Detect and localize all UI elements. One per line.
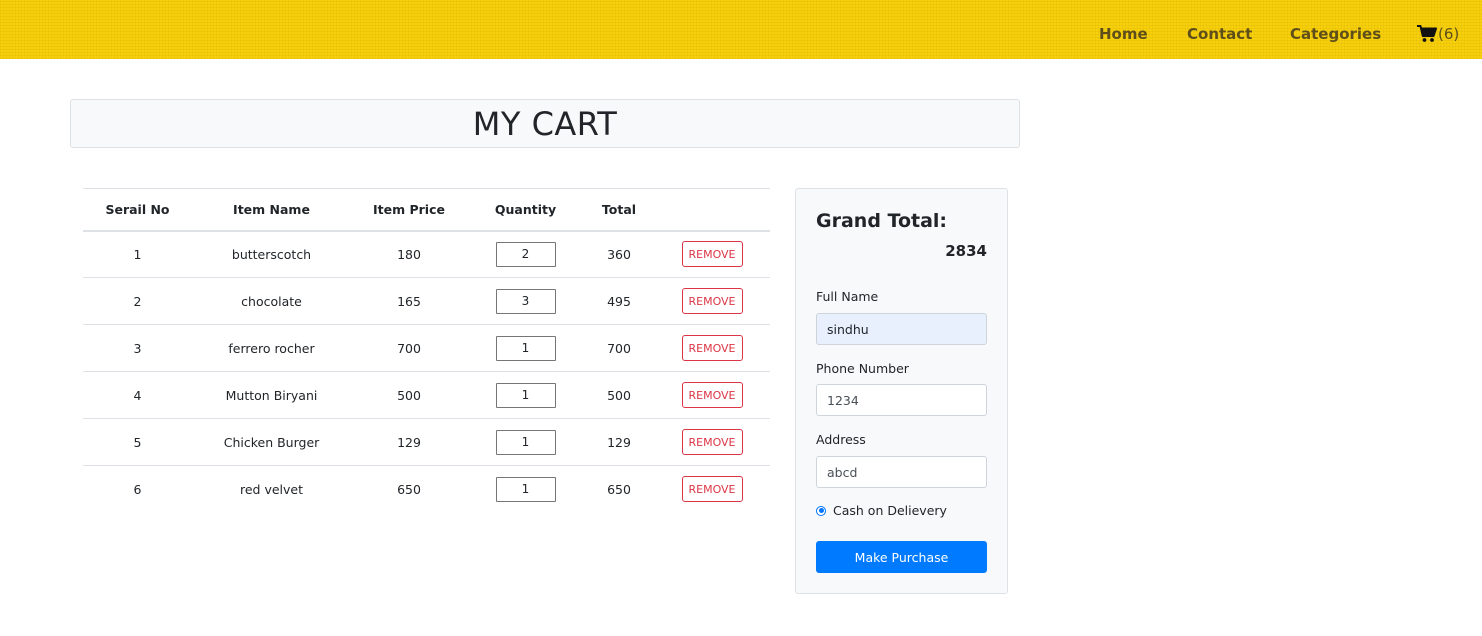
cell-serial: 5	[83, 418, 192, 466]
payment-option[interactable]: Cash on Delievery	[816, 503, 947, 518]
table-row: 5 Chicken Burger 129 129 REMOVE	[83, 418, 770, 466]
table-row: 1 butterscotch 180 360 REMOVE	[83, 230, 770, 278]
header-item-price: Item Price	[351, 188, 467, 232]
cell-item-name: Mutton Biryani	[192, 371, 351, 419]
cart-count-badge: (6)	[1438, 25, 1460, 43]
nav-contact-link[interactable]: Contact	[1187, 24, 1252, 44]
payment-option-label: Cash on Delievery	[833, 503, 947, 518]
cell-item-price: 650	[397, 481, 421, 497]
make-purchase-button[interactable]: Make Purchase	[816, 541, 987, 573]
header-action	[654, 188, 770, 232]
grand-total-label: Grand Total:	[816, 210, 948, 232]
header-serial: Serail No	[83, 188, 192, 232]
address-input[interactable]	[816, 456, 987, 488]
cell-item-name: butterscotch	[192, 230, 351, 278]
remove-button[interactable]: REMOVE	[681, 382, 743, 408]
shopping-cart-icon	[1417, 25, 1437, 43]
cell-item-price: 500	[351, 371, 467, 419]
cell-total: 495	[584, 277, 654, 325]
navbar: Home Contact Categories (6)	[0, 0, 1482, 59]
cell-item-price: 165	[351, 277, 467, 325]
full-name-input[interactable]	[816, 313, 987, 345]
cell-action: REMOVE	[654, 277, 770, 325]
quantity-input[interactable]	[495, 241, 556, 267]
quantity-input[interactable]	[495, 288, 556, 314]
cash-on-delivery-radio[interactable]	[816, 505, 826, 516]
cell-quantity	[467, 466, 584, 513]
cell-serial: 1	[83, 230, 192, 278]
cell-action: REMOVE	[654, 324, 770, 372]
cell-item-name: ferrero rocher	[192, 324, 351, 372]
nav-cart-link[interactable]: (6)	[1417, 24, 1459, 44]
cell-item-price: 700	[351, 324, 467, 372]
cell-serial: 6	[133, 481, 142, 497]
quantity-input[interactable]	[495, 335, 556, 361]
remove-button[interactable]: REMOVE	[681, 476, 743, 503]
table-row: 6 red velvet 650 650 REMOVE	[83, 466, 770, 513]
remove-button[interactable]: REMOVE	[681, 429, 743, 455]
cart-table: Serail No Item Name Item Price Quantity …	[83, 188, 770, 513]
cell-item-price: 180	[351, 230, 467, 278]
page-title-box: MY CART	[70, 99, 1020, 148]
table-row: 3 ferrero rocher 700 700 REMOVE	[83, 324, 770, 372]
cell-item-name: chocolate	[192, 277, 351, 325]
cell-total: 700	[584, 324, 654, 372]
cell-quantity	[467, 277, 584, 325]
table-header-row: Serail No Item Name Item Price Quantity …	[83, 188, 770, 232]
header-item-name: Item Name	[192, 188, 351, 232]
table-row: 4 Mutton Biryani 500 500 REMOVE	[83, 371, 770, 419]
header-quantity: Quantity	[467, 188, 584, 232]
address-label: Address	[816, 432, 866, 447]
quantity-input[interactable]	[495, 382, 556, 408]
order-summary-panel: Grand Total: 2834 Full Name Phone Number…	[795, 188, 1008, 594]
cell-serial: 4	[83, 371, 192, 419]
remove-button[interactable]: REMOVE	[681, 335, 743, 361]
cell-item-price: 129	[351, 418, 467, 466]
phone-number-input[interactable]	[816, 384, 987, 416]
full-name-label: Full Name	[816, 289, 879, 304]
cell-action: REMOVE	[654, 371, 770, 419]
cell-total: 129	[584, 418, 654, 466]
cell-serial: 3	[83, 324, 192, 372]
table-row: 2 chocolate 165 495 REMOVE	[83, 277, 770, 325]
cell-action: REMOVE	[654, 466, 770, 513]
cell-serial: 2	[83, 277, 192, 325]
cell-item-name: Chicken Burger	[192, 418, 351, 466]
phone-number-label: Phone Number	[816, 361, 909, 376]
cell-total: 360	[584, 230, 654, 278]
cell-action: REMOVE	[654, 418, 770, 466]
quantity-input[interactable]	[495, 476, 556, 502]
grand-total-value: 2834	[945, 242, 987, 260]
header-total: Total	[584, 188, 654, 232]
cell-total: 650	[607, 481, 631, 497]
cell-item-name: red velvet	[239, 481, 303, 497]
cell-quantity	[467, 230, 584, 278]
cell-quantity	[467, 324, 584, 372]
cell-quantity	[467, 418, 584, 466]
remove-button[interactable]: REMOVE	[681, 241, 743, 268]
nav-categories-link[interactable]: Categories	[1290, 24, 1381, 44]
page-title: MY CART	[472, 104, 618, 143]
cell-action: REMOVE	[654, 230, 770, 278]
cell-quantity	[467, 371, 584, 419]
quantity-input[interactable]	[495, 429, 556, 455]
cell-total: 500	[584, 371, 654, 419]
remove-button[interactable]: REMOVE	[681, 288, 743, 314]
nav-home-link[interactable]: Home	[1099, 24, 1148, 44]
